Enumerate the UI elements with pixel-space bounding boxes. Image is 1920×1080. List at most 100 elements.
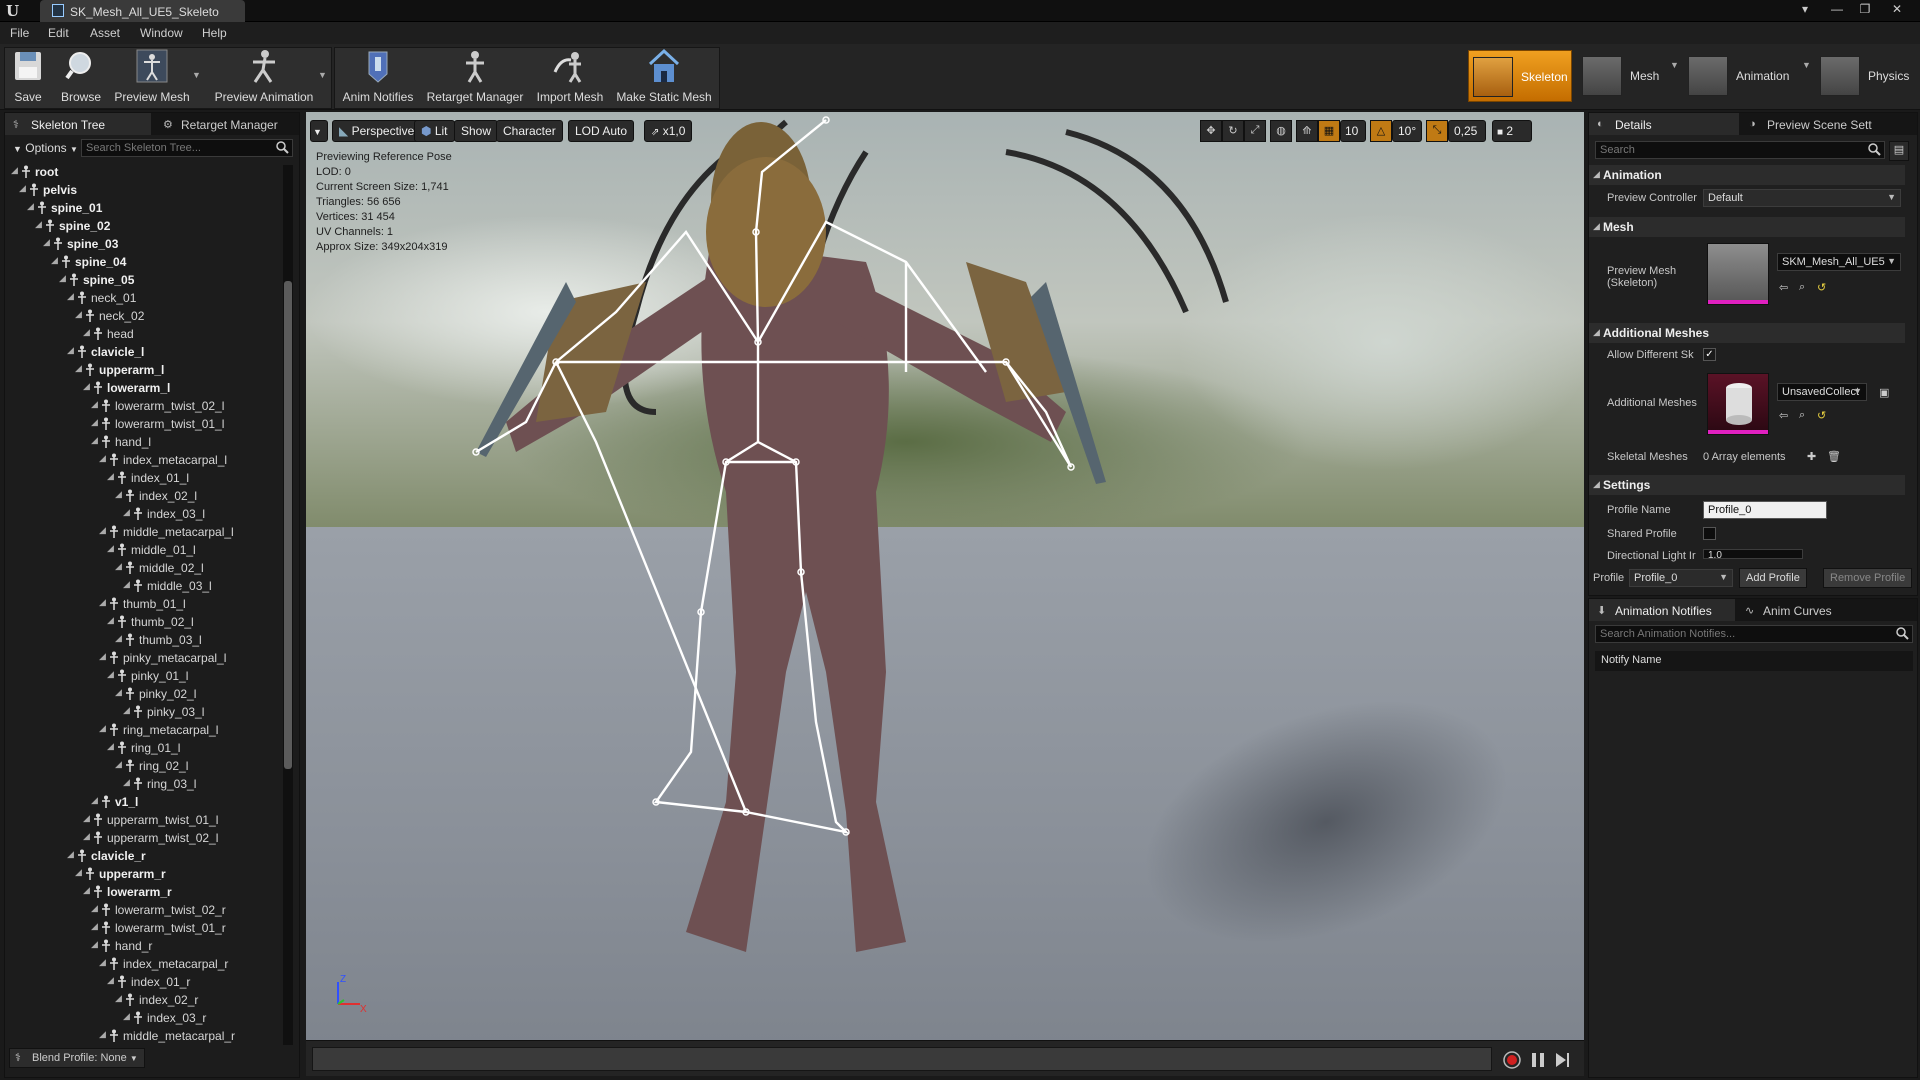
world-local-icon[interactable]: ◍ [1270,120,1292,142]
expand-arrow-icon[interactable]: ◢ [107,471,114,482]
expand-arrow-icon[interactable]: ◢ [59,273,66,284]
bone-row[interactable]: ◢ lowerarm_r [5,883,285,901]
expand-arrow-icon[interactable]: ◢ [107,669,114,680]
import-mesh-button[interactable]: Import Mesh [534,48,606,106]
expand-arrow-icon[interactable]: ◢ [11,165,18,176]
mode-physics-button[interactable]: Physics [1816,50,1920,102]
expand-arrow-icon[interactable]: ◢ [67,345,74,356]
bone-row[interactable]: ◢ upperarm_twist_01_l [5,811,285,829]
bone-row[interactable]: ◢ pelvis [5,181,285,199]
scrollbar-thumb[interactable] [284,281,292,769]
bone-row[interactable]: ◢ middle_03_l [5,577,285,595]
rotate-tool-icon[interactable]: ↻ [1222,120,1244,142]
expand-arrow-icon[interactable]: ◢ [107,615,114,626]
expand-arrow-icon[interactable]: ◢ [35,219,42,230]
expand-arrow-icon[interactable]: ◢ [123,507,130,518]
expand-arrow-icon[interactable]: ◢ [75,363,82,374]
details-search-input[interactable]: Search [1595,141,1885,159]
additional-meshes-section-header[interactable]: ◢ Additional Meshes [1589,323,1905,343]
show-button[interactable]: Show [454,120,499,142]
preview-controller-dropdown[interactable]: Default ▼ [1703,189,1901,207]
bone-row[interactable]: ◢ upperarm_twist_02_l [5,829,285,847]
document-tab[interactable]: SK_Mesh_All_UE5_Skeleto [40,0,245,22]
remove-profile-button[interactable]: Remove Profile [1823,568,1913,588]
tab-anim-curves[interactable]: ∿ Anim Curves [1737,599,1877,621]
expand-arrow-icon[interactable]: ◢ [99,723,106,734]
tab-skeleton-tree[interactable]: ⚕ Skeleton Tree [5,113,151,135]
expand-arrow-icon[interactable]: ◢ [99,525,106,536]
bone-row[interactable]: ◢ neck_01 [5,289,285,307]
directional-light-input[interactable]: 1,0 [1703,549,1803,559]
expand-arrow-icon[interactable]: ◢ [75,309,82,320]
grid-snap-icon[interactable]: ▦ [1318,120,1340,142]
expand-arrow-icon[interactable]: ◢ [123,1011,130,1022]
bone-row[interactable]: ◢ index_metacarpal_r [5,955,285,973]
bone-row[interactable]: ◢ thumb_01_l [5,595,285,613]
playback-speed-button[interactable]: ⇗ x1,0 [644,120,693,142]
anim-notifies-button[interactable]: Anim Notifies [340,48,416,106]
expand-arrow-icon[interactable]: ◢ [19,183,26,194]
surface-snap-icon[interactable]: ⟰ [1296,120,1318,142]
notifies-search-input[interactable]: Search Animation Notifies... [1595,625,1913,643]
notification-icon[interactable]: ▾ [1796,2,1814,18]
bone-row[interactable]: ◢ spine_02 [5,217,285,235]
expand-arrow-icon[interactable]: ◢ [115,993,122,1004]
tab-preview-scene-settings[interactable]: ◑ Preview Scene Sett [1741,113,1891,135]
viewport-options-button[interactable]: ▼ [310,120,328,142]
mode-mesh-button[interactable]: Mesh [1578,50,1670,102]
menu-help[interactable]: Help [202,26,227,40]
expand-arrow-icon[interactable]: ◢ [107,975,114,986]
skeleton-tree-scrollbar[interactable] [283,165,293,1045]
expand-arrow-icon[interactable]: ◢ [115,489,122,500]
translate-tool-icon[interactable]: ✥ [1200,120,1222,142]
use-selected-arrow-icon[interactable]: ⇦ [1779,409,1791,422]
browse-asset-icon[interactable]: ⌕ [1799,281,1811,293]
tab-animation-notifies[interactable]: ⬇ Animation Notifies [1589,599,1735,621]
expand-arrow-icon[interactable]: ◢ [91,417,98,428]
expand-arrow-icon[interactable]: ◢ [115,633,122,644]
bone-row[interactable]: ◢ thumb_02_l [5,613,285,631]
mesh-section-header[interactable]: ◢ Mesh [1589,217,1905,237]
options-button[interactable]: ▼ Options ▼ [9,139,82,157]
bone-row[interactable]: ◢ middle_metacarpal_l [5,523,285,541]
mode-skeleton-button[interactable]: Skeleton [1468,50,1572,102]
expand-arrow-icon[interactable]: ◢ [67,849,74,860]
scale-tool-icon[interactable]: ⤢ [1244,120,1266,142]
menu-edit[interactable]: Edit [48,26,69,40]
tab-retarget-manager[interactable]: ⚙ Retarget Manager [155,113,295,135]
character-button[interactable]: Character [496,120,563,142]
bone-row[interactable]: ◢ spine_03 [5,235,285,253]
profile-name-input[interactable]: Profile_0 [1703,501,1827,519]
use-selected-arrow-icon[interactable]: ⇦ [1779,281,1791,294]
reset-icon[interactable]: ↺ [1817,409,1829,422]
expand-arrow-icon[interactable]: ◢ [115,759,122,770]
menu-asset[interactable]: Asset [90,26,120,40]
profile-dropdown[interactable]: Profile_0 ▼ [1629,569,1733,587]
bone-row[interactable]: ◢ middle_metacarpal_r [5,1027,285,1043]
expand-arrow-icon[interactable]: ◢ [83,327,90,338]
expand-arrow-icon[interactable]: ◢ [123,579,130,590]
preview-mesh-thumbnail[interactable] [1707,243,1769,305]
bone-row[interactable]: ◢ v1_l [5,793,285,811]
mode-animation-button[interactable]: Animation [1684,50,1790,102]
expand-arrow-icon[interactable]: ◢ [91,903,98,914]
property-matrix-icon[interactable]: ▤ [1889,141,1909,161]
bone-row[interactable]: ◢ ring_03_l [5,775,285,793]
bone-row[interactable]: ◢ pinky_01_l [5,667,285,685]
minimize-button[interactable]: — [1828,2,1846,18]
bone-row[interactable]: ◢ neck_02 [5,307,285,325]
viewport[interactable]: ▼ ◣ Perspective ⬢ Lit Show Character LOD… [306,112,1584,1040]
add-profile-button[interactable]: Add Profile [1739,568,1807,588]
scale-snap-value[interactable]: 0,25 [1448,120,1486,142]
expand-arrow-icon[interactable]: ◢ [67,291,74,302]
preview-animation-button[interactable]: Preview Animation [212,48,316,106]
expand-arrow-icon[interactable]: ◢ [51,255,58,266]
add-element-icon[interactable]: ✚ [1807,450,1819,463]
perspective-button[interactable]: ◣ Perspective [332,120,422,142]
bone-row[interactable]: ◢ thumb_03_l [5,631,285,649]
bone-row[interactable]: ◢ index_03_l [5,505,285,523]
expand-arrow-icon[interactable]: ◢ [123,777,130,788]
bone-row[interactable]: ◢ lowerarm_twist_01_r [5,919,285,937]
preview-animation-dropdown-icon[interactable]: ▼ [318,70,327,80]
pause-icon[interactable] [1528,1050,1548,1070]
